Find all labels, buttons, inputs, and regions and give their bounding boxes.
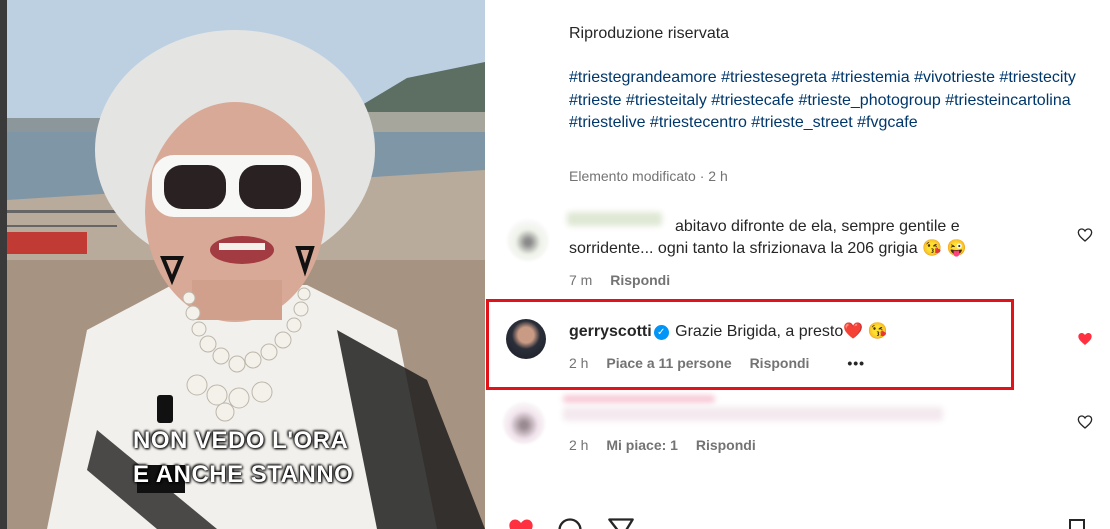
post-video[interactable]: NON VEDO L'ORA E ANCHE STANNO bbox=[7, 0, 485, 529]
edited-timestamp: Elemento modificato · 2 h bbox=[569, 168, 728, 184]
comment-avatar-blurred[interactable] bbox=[503, 402, 545, 444]
heart-filled-icon[interactable] bbox=[1077, 331, 1093, 347]
comment-avatar-blurred[interactable] bbox=[507, 219, 549, 261]
comment-time: 2 h bbox=[569, 437, 589, 453]
post-hashtags[interactable]: #triestegrandeamore #triestesegreta #tri… bbox=[569, 67, 1089, 135]
post-action-bar bbox=[485, 510, 1110, 529]
bookmark-icon[interactable] bbox=[1065, 516, 1089, 529]
reply-button[interactable]: Rispondi bbox=[610, 272, 670, 288]
left-edge-strip bbox=[0, 0, 7, 529]
video-caption-line-1: NON VEDO L'ORA bbox=[133, 427, 349, 454]
like-heart-icon[interactable] bbox=[505, 516, 537, 529]
comment-icon[interactable] bbox=[555, 516, 585, 529]
comment-meta: 7 m Rispondi bbox=[569, 272, 684, 288]
comments-panel: Riproduzione riservata #triestegrandeamo… bbox=[485, 0, 1110, 529]
heart-outline-icon[interactable] bbox=[1077, 227, 1093, 243]
comment-time: 7 m bbox=[569, 272, 593, 288]
comment-text: abitavo difronte de ela, sempre gentile … bbox=[569, 218, 967, 257]
highlight-box bbox=[486, 299, 1014, 390]
heart-outline-icon[interactable] bbox=[1077, 414, 1093, 430]
comment-meta: 2 h Mi piace: 1 Rispondi bbox=[569, 437, 770, 453]
share-icon[interactable] bbox=[607, 516, 635, 529]
comment-username-blurred[interactable] bbox=[563, 395, 715, 403]
video-caption-line-2: E ANCHE STANNO bbox=[133, 461, 354, 488]
likes-count[interactable]: Mi piace: 1 bbox=[606, 437, 678, 453]
post-description: Riproduzione riservata bbox=[569, 25, 730, 42]
comment-text-blurred bbox=[563, 407, 943, 421]
reply-button[interactable]: Rispondi bbox=[696, 437, 756, 453]
